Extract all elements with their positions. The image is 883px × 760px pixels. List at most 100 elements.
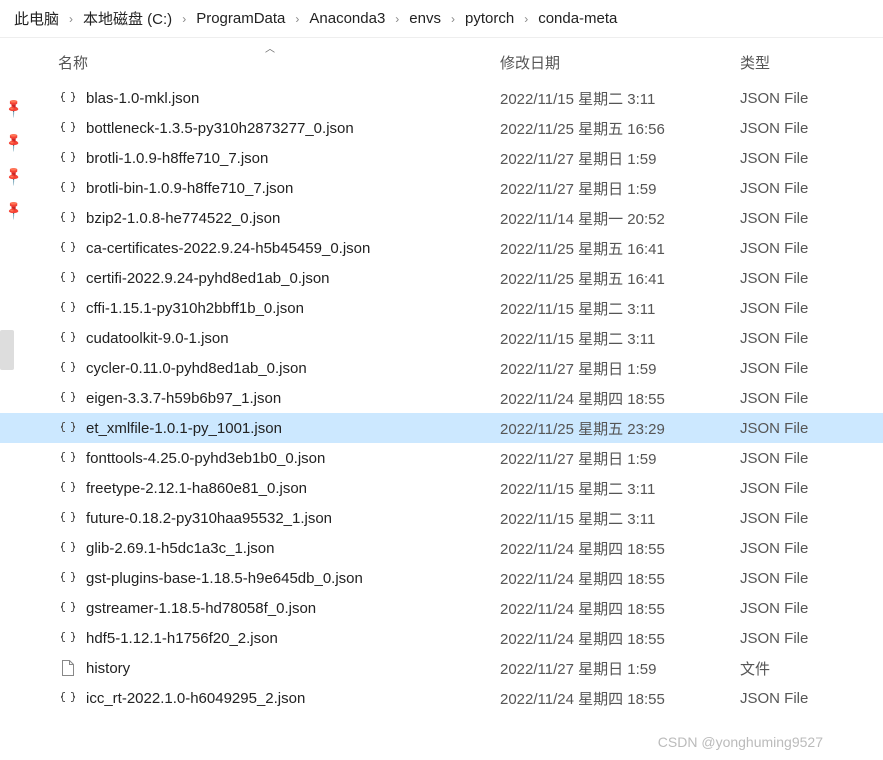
file-date: 2022/11/27 星期日 1:59	[500, 658, 740, 679]
breadcrumb-item[interactable]: conda-meta	[534, 8, 621, 29]
file-row[interactable]: bottleneck-1.3.5-py310h2873277_0.json202…	[0, 113, 883, 143]
file-type: JSON File	[740, 690, 860, 707]
file-date: 2022/11/15 星期二 3:11	[500, 328, 740, 349]
file-row[interactable]: bzip2-1.0.8-he774522_0.json2022/11/14 星期…	[0, 203, 883, 233]
file-name: fonttools-4.25.0-pyhd3eb1b0_0.json	[86, 450, 500, 467]
sidebar-scrollbar[interactable]	[0, 330, 14, 370]
column-headers: 名称 修改日期 类型	[0, 38, 883, 83]
blank-file-icon	[58, 660, 78, 676]
file-row[interactable]: cycler-0.11.0-pyhd8ed1ab_0.json2022/11/2…	[0, 353, 883, 383]
breadcrumb-item[interactable]: pytorch	[461, 8, 518, 29]
file-row[interactable]: future-0.18.2-py310haa95532_1.json2022/1…	[0, 503, 883, 533]
file-name: brotli-bin-1.0.9-h8ffe710_7.json	[86, 180, 500, 197]
file-type: JSON File	[740, 270, 860, 287]
json-file-icon	[58, 90, 78, 106]
file-row[interactable]: history2022/11/27 星期日 1:59文件	[0, 653, 883, 683]
file-type: JSON File	[740, 390, 860, 407]
file-type: JSON File	[740, 180, 860, 197]
json-file-icon	[58, 420, 78, 436]
file-date: 2022/11/24 星期四 18:55	[500, 388, 740, 409]
file-type: JSON File	[740, 540, 860, 557]
file-date: 2022/11/14 星期一 20:52	[500, 208, 740, 229]
file-date: 2022/11/27 星期日 1:59	[500, 178, 740, 199]
file-type: JSON File	[740, 420, 860, 437]
file-date: 2022/11/24 星期四 18:55	[500, 598, 740, 619]
breadcrumb-item[interactable]: ProgramData	[192, 8, 289, 29]
quick-access-pins: 📌 📌 📌 📌	[6, 100, 22, 218]
json-file-icon	[58, 270, 78, 286]
file-type: JSON File	[740, 300, 860, 317]
file-type: JSON File	[740, 150, 860, 167]
json-file-icon	[58, 450, 78, 466]
chevron-right-icon: ›	[180, 12, 188, 26]
file-type: JSON File	[740, 480, 860, 497]
file-name: cycler-0.11.0-pyhd8ed1ab_0.json	[86, 360, 500, 377]
file-row[interactable]: icc_rt-2022.1.0-h6049295_2.json2022/11/2…	[0, 683, 883, 713]
breadcrumb-item[interactable]: envs	[405, 8, 445, 29]
json-file-icon	[58, 540, 78, 556]
json-file-icon	[58, 630, 78, 646]
breadcrumb-item[interactable]: Anaconda3	[305, 8, 389, 29]
file-name: cudatoolkit-9.0-1.json	[86, 330, 500, 347]
file-row[interactable]: gst-plugins-base-1.18.5-h9e645db_0.json2…	[0, 563, 883, 593]
file-type: JSON File	[740, 240, 860, 257]
file-date: 2022/11/25 星期五 23:29	[500, 418, 740, 439]
file-row[interactable]: et_xmlfile-1.0.1-py_1001.json2022/11/25 …	[0, 413, 883, 443]
file-type: 文件	[740, 658, 860, 679]
file-name: freetype-2.12.1-ha860e81_0.json	[86, 480, 500, 497]
file-date: 2022/11/25 星期五 16:56	[500, 118, 740, 139]
json-file-icon	[58, 570, 78, 586]
json-file-icon	[58, 300, 78, 316]
chevron-right-icon: ›	[522, 12, 530, 26]
file-row[interactable]: freetype-2.12.1-ha860e81_0.json2022/11/1…	[0, 473, 883, 503]
json-file-icon	[58, 360, 78, 376]
file-row[interactable]: eigen-3.3.7-h59b6b97_1.json2022/11/24 星期…	[0, 383, 883, 413]
file-date: 2022/11/25 星期五 16:41	[500, 238, 740, 259]
file-row[interactable]: blas-1.0-mkl.json2022/11/15 星期二 3:11JSON…	[0, 83, 883, 113]
file-date: 2022/11/15 星期二 3:11	[500, 298, 740, 319]
chevron-right-icon: ›	[449, 12, 457, 26]
file-type: JSON File	[740, 120, 860, 137]
file-date: 2022/11/15 星期二 3:11	[500, 508, 740, 529]
file-date: 2022/11/15 星期二 3:11	[500, 88, 740, 109]
file-row[interactable]: cffi-1.15.1-py310h2bbff1b_0.json2022/11/…	[0, 293, 883, 323]
breadcrumb-item[interactable]: 本地磁盘 (C:)	[79, 6, 176, 31]
chevron-right-icon: ›	[293, 12, 301, 26]
file-name: glib-2.69.1-h5dc1a3c_1.json	[86, 540, 500, 557]
file-row[interactable]: hdf5-1.12.1-h1756f20_2.json2022/11/24 星期…	[0, 623, 883, 653]
file-type: JSON File	[740, 210, 860, 227]
breadcrumb-item[interactable]: 此电脑	[10, 6, 63, 31]
json-file-icon	[58, 150, 78, 166]
file-name: blas-1.0-mkl.json	[86, 90, 500, 107]
file-row[interactable]: certifi-2022.9.24-pyhd8ed1ab_0.json2022/…	[0, 263, 883, 293]
pin-icon: 📌	[3, 199, 26, 222]
file-type: JSON File	[740, 330, 860, 347]
json-file-icon	[58, 510, 78, 526]
file-type: JSON File	[740, 450, 860, 467]
file-name: bzip2-1.0.8-he774522_0.json	[86, 210, 500, 227]
json-file-icon	[58, 180, 78, 196]
file-list: blas-1.0-mkl.json2022/11/15 星期二 3:11JSON…	[0, 83, 883, 713]
column-header-type[interactable]: 类型	[740, 52, 860, 73]
file-row[interactable]: cudatoolkit-9.0-1.json2022/11/15 星期二 3:1…	[0, 323, 883, 353]
breadcrumb[interactable]: 此电脑 › 本地磁盘 (C:) › ProgramData › Anaconda3 › envs…	[0, 0, 883, 38]
column-header-name[interactable]: 名称	[0, 52, 500, 73]
file-name: ca-certificates-2022.9.24-h5b45459_0.jso…	[86, 240, 500, 257]
file-date: 2022/11/24 星期四 18:55	[500, 568, 740, 589]
file-date: 2022/11/27 星期日 1:59	[500, 148, 740, 169]
file-row[interactable]: glib-2.69.1-h5dc1a3c_1.json2022/11/24 星期…	[0, 533, 883, 563]
file-date: 2022/11/15 星期二 3:11	[500, 478, 740, 499]
column-header-date[interactable]: 修改日期	[500, 52, 740, 73]
file-row[interactable]: gstreamer-1.18.5-hd78058f_0.json2022/11/…	[0, 593, 883, 623]
pin-icon: 📌	[3, 165, 26, 188]
chevron-right-icon: ›	[67, 12, 75, 26]
file-row[interactable]: ca-certificates-2022.9.24-h5b45459_0.jso…	[0, 233, 883, 263]
file-name: cffi-1.15.1-py310h2bbff1b_0.json	[86, 300, 500, 317]
file-row[interactable]: brotli-1.0.9-h8ffe710_7.json2022/11/27 星…	[0, 143, 883, 173]
file-type: JSON File	[740, 360, 860, 377]
file-name: brotli-1.0.9-h8ffe710_7.json	[86, 150, 500, 167]
file-name: history	[86, 660, 500, 677]
file-type: JSON File	[740, 600, 860, 617]
file-row[interactable]: fonttools-4.25.0-pyhd3eb1b0_0.json2022/1…	[0, 443, 883, 473]
file-row[interactable]: brotli-bin-1.0.9-h8ffe710_7.json2022/11/…	[0, 173, 883, 203]
